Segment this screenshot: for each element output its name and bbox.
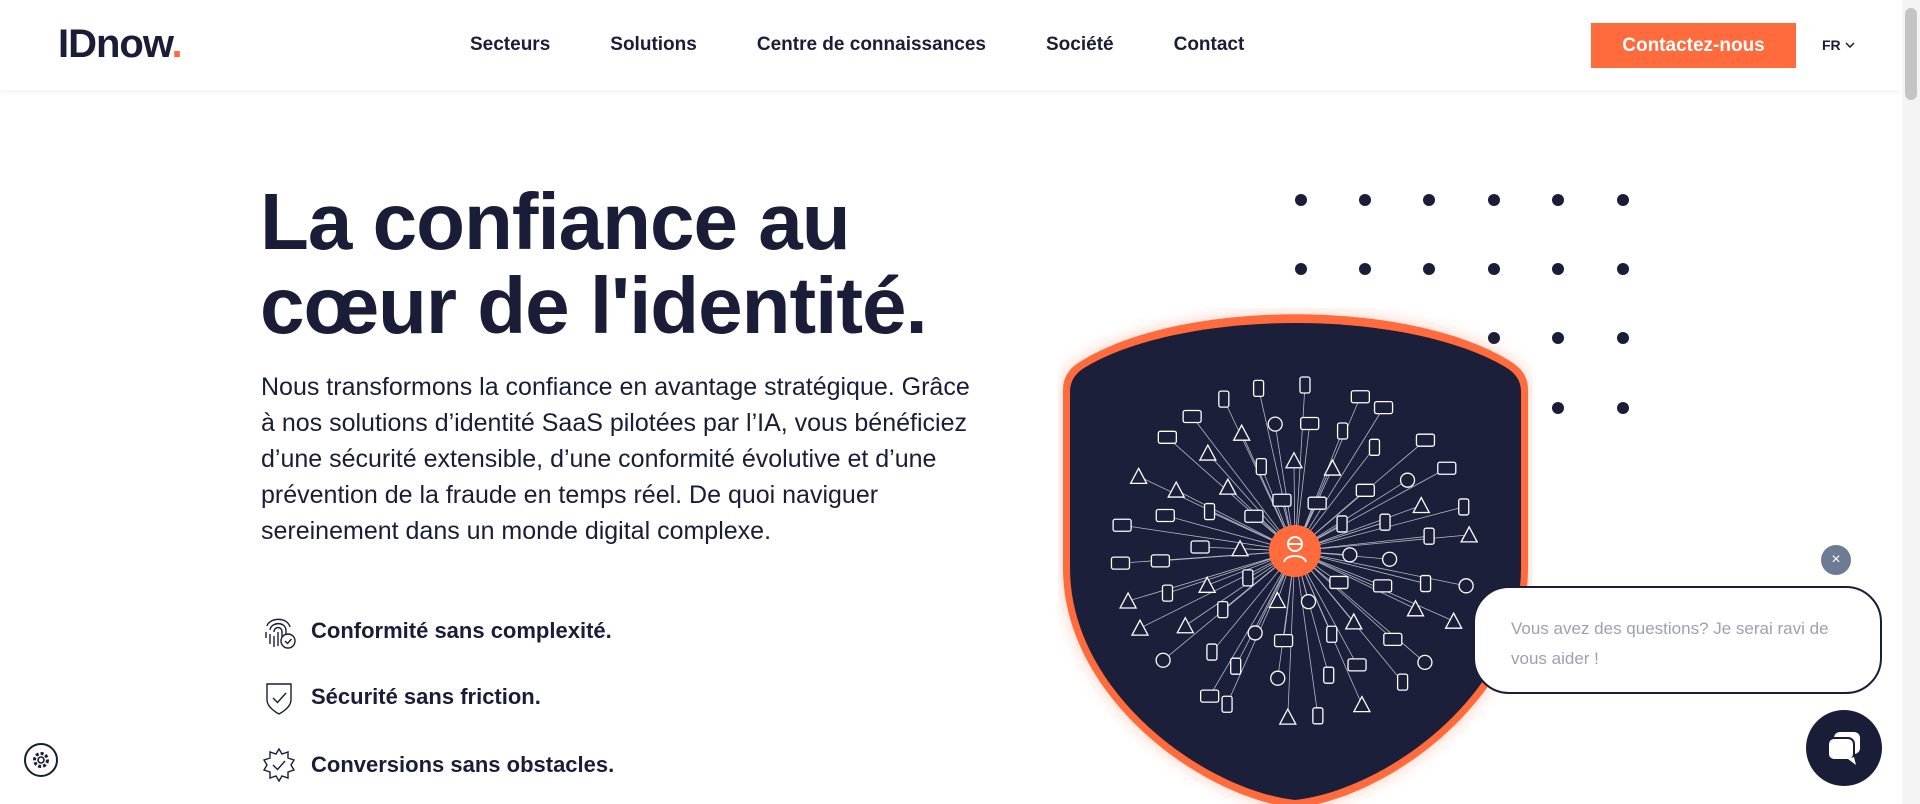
fingerprint-icon [265, 618, 296, 649]
feature-conversions: Conversions sans obstacles. [261, 746, 614, 784]
nav-centre-de-connaissances[interactable]: Centre de connaissances [757, 34, 986, 56]
hero-title-line-1: La confiance au [260, 177, 851, 266]
hero-title: La confiance au cœur de l'identité. [260, 180, 980, 348]
chat-bubble-icon [1827, 732, 1860, 765]
chevron-down-icon [1845, 42, 1855, 48]
nav-solutions[interactable]: Solutions [610, 34, 697, 56]
hero-title-line-2: cœur de l'identité. [260, 261, 928, 350]
nav-societe[interactable]: Société [1046, 34, 1114, 56]
hero-description: Nous transformons la confiance en avanta… [261, 373, 970, 545]
chat-prompt-bubble[interactable]: Vous avez des questions? Je serai ravi d… [1473, 586, 1882, 694]
gear-check-icon [262, 747, 296, 783]
feature-compliance: Conformité sans complexité. [261, 612, 612, 650]
identity-network-shield-illustration [1063, 314, 1528, 804]
language-label: FR [1822, 37, 1841, 53]
cookie-settings-button[interactable] [24, 743, 58, 777]
contact-cta-button[interactable]: Contactez-nous [1591, 23, 1796, 68]
language-selector[interactable]: FR [1822, 37, 1855, 53]
idnow-logo[interactable]: IDnow. [58, 22, 183, 67]
shield-check-icon [266, 683, 292, 715]
nav-contact[interactable]: Contact [1174, 34, 1245, 56]
feature-security-label: Sécurité sans friction. [311, 684, 541, 709]
page-scrollbar[interactable] [1902, 0, 1920, 804]
chat-close-button[interactable]: × [1821, 545, 1851, 575]
feature-security: Sécurité sans friction. [261, 678, 541, 716]
nav-secteurs[interactable]: Secteurs [470, 34, 550, 56]
feature-compliance-label: Conformité sans complexité. [311, 618, 612, 643]
site-header: IDnow. Secteurs Solutions Centre de conn… [0, 0, 1902, 90]
chat-launcher-button[interactable] [1806, 710, 1882, 786]
scrollbar-thumb[interactable] [1905, 8, 1917, 100]
main-nav: Secteurs Solutions Centre de connaissanc… [470, 34, 1304, 56]
feature-conversions-label: Conversions sans obstacles. [311, 752, 615, 777]
gear-icon [33, 752, 49, 768]
